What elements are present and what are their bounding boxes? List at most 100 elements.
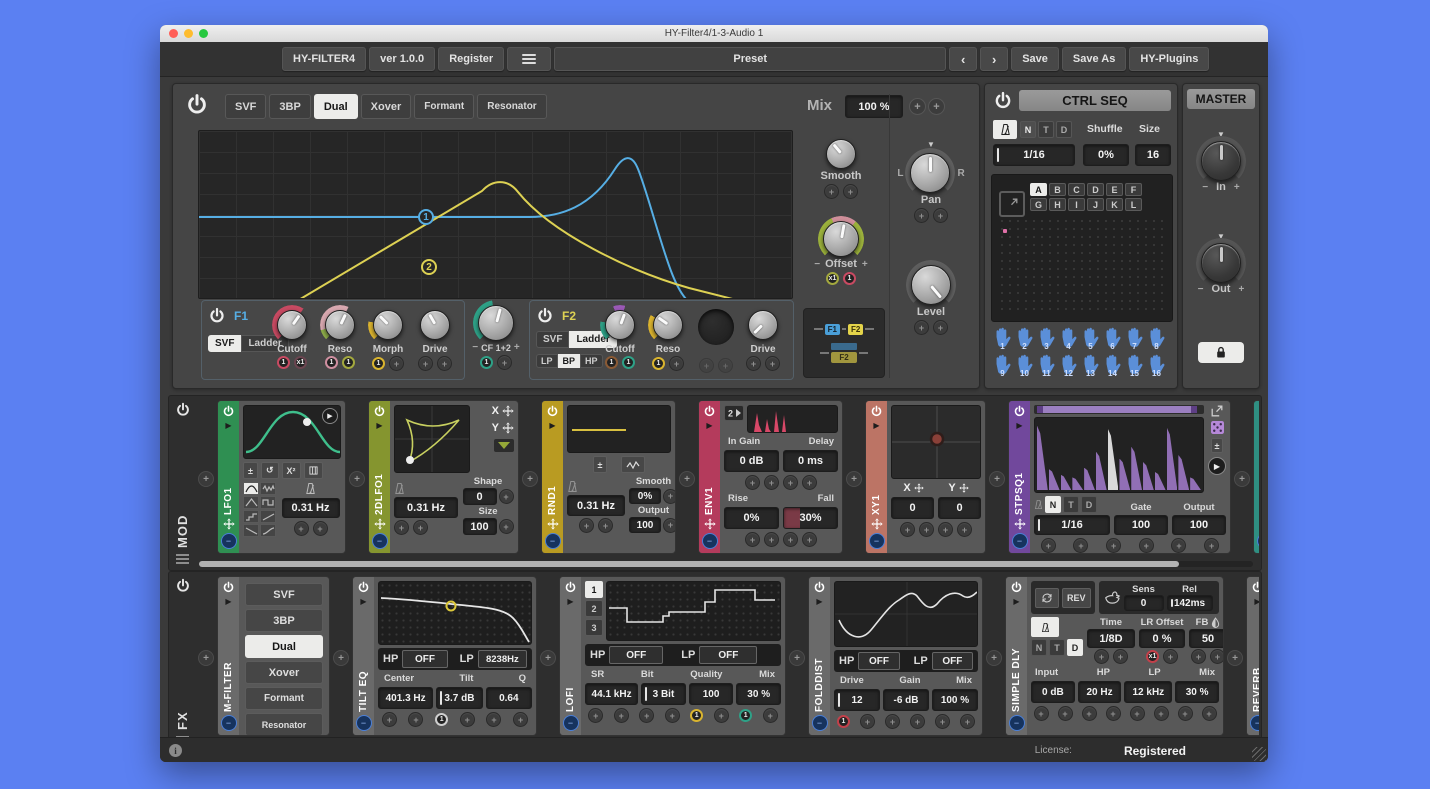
mod-slot-button[interactable] [579, 518, 594, 533]
seq-rate-value[interactable]: 1/16 [1034, 515, 1110, 535]
power-icon[interactable] [357, 581, 370, 594]
save-button[interactable]: Save [1011, 47, 1059, 71]
mod-slot-button[interactable] [1154, 706, 1169, 721]
power-icon[interactable] [222, 405, 235, 418]
xy-pad[interactable] [891, 405, 981, 479]
mod-assignment-badge[interactable]: 1 [277, 356, 290, 369]
play-mode-icon[interactable]: ▶ [1208, 457, 1226, 475]
tab-formant[interactable]: Formant [414, 94, 474, 119]
drive-value[interactable]: 12 [834, 689, 880, 711]
step-edit-area[interactable] [998, 217, 1166, 314]
lofi-tab-1[interactable]: 1 [585, 581, 603, 598]
lr-offset-value[interactable]: 0 % [1139, 629, 1185, 648]
mod-slot-button[interactable] [919, 522, 934, 537]
zoom-window-button[interactable] [199, 29, 208, 38]
grab-hand-button-12[interactable]: 12 [1058, 353, 1079, 379]
f1-reso-knob[interactable] [322, 307, 358, 343]
mod-slot-button[interactable] [914, 208, 929, 223]
metronome-icon[interactable] [1034, 498, 1043, 511]
wave-ramp-button[interactable] [260, 510, 276, 523]
mod-slot-button[interactable] [1210, 649, 1224, 664]
lofi-tab-3[interactable]: 3 [585, 619, 603, 636]
sens-value[interactable]: 0 [1124, 595, 1164, 611]
mod-slot-button[interactable] [824, 184, 839, 199]
lp-value[interactable]: OFF [699, 646, 757, 664]
f2-reso-knob[interactable] [650, 307, 686, 343]
power-icon[interactable] [1010, 581, 1023, 594]
x-squared-button[interactable]: X² [282, 462, 301, 479]
grab-hand-button-3[interactable]: 3 [1036, 326, 1057, 352]
mod-slot-button[interactable] [588, 708, 603, 723]
mod-slot-button[interactable] [1041, 538, 1056, 553]
sequencer-step[interactable] [1072, 477, 1083, 490]
power-icon[interactable] [373, 405, 386, 418]
mod-slot-button[interactable] [598, 518, 613, 533]
lp-value[interactable]: 12 kHz [1124, 681, 1172, 703]
tab-3bp[interactable]: 3BP [269, 94, 310, 119]
mod-assignment-badge[interactable]: 1 [605, 356, 618, 369]
collapse-button[interactable]: − [869, 533, 885, 549]
drop-icon[interactable] [1211, 617, 1220, 628]
sr-value[interactable]: 44.1 kHz [585, 683, 638, 705]
power-icon[interactable] [703, 405, 716, 418]
sync-dotted-button[interactable]: D [1056, 121, 1072, 138]
wave-noise-button[interactable] [260, 482, 276, 495]
sequencer-step[interactable] [1061, 475, 1072, 490]
mod-slot-button[interactable] [718, 358, 733, 373]
2dlfo-rate-value[interactable]: 0.31 Hz [394, 497, 458, 518]
move-icon[interactable] [1259, 518, 1260, 530]
move-icon[interactable] [223, 518, 235, 530]
seq-shuffle-value[interactable]: 0% [1083, 144, 1129, 166]
grab-hand-button-9[interactable]: 9 [992, 353, 1013, 379]
mod-slot-button[interactable] [486, 712, 501, 727]
mod-slot-button[interactable] [802, 532, 817, 547]
add-module-button[interactable]: + [1227, 650, 1243, 666]
filter2-handle[interactable]: 2 [421, 259, 437, 275]
center-value[interactable]: 401.3 Hz [378, 687, 433, 709]
grab-hand-button-7[interactable]: 7 [1124, 326, 1145, 352]
y-move-icon[interactable] [959, 483, 969, 493]
fb-value[interactable]: 50 [1189, 629, 1224, 648]
sync-normal-button[interactable]: N [1031, 639, 1047, 656]
f2-type-lp[interactable]: LP [536, 354, 558, 368]
mod-slot-button[interactable] [885, 714, 900, 729]
mod-assignment-badge[interactable]: 1 [435, 713, 448, 726]
metronome-icon[interactable] [305, 482, 316, 495]
mod-assignment-badge[interactable]: 1 [652, 357, 665, 370]
mod-slot-button[interactable] [499, 489, 514, 504]
filter-response-graph[interactable]: 1 2 [198, 130, 793, 299]
mod-assignment-badge[interactable]: x1 [1146, 650, 1159, 663]
output-value[interactable]: 100 [629, 517, 661, 533]
mod-slot-button[interactable] [437, 356, 452, 371]
f1-cutoff-knob[interactable] [274, 307, 310, 343]
mod-slot-button[interactable] [663, 489, 676, 504]
power-icon[interactable] [222, 581, 235, 594]
pan-knob[interactable] [907, 150, 953, 196]
move-icon[interactable] [1014, 518, 1026, 530]
mod-slot-button[interactable] [764, 475, 779, 490]
tab-dual[interactable]: Dual [314, 94, 358, 119]
pattern-j-button[interactable]: J [1087, 198, 1104, 211]
grab-hand-button-13[interactable]: 13 [1080, 353, 1101, 379]
hp-value[interactable]: OFF [402, 650, 447, 668]
mod-slot-button[interactable] [614, 708, 629, 723]
mod-slot-button[interactable] [745, 532, 760, 547]
f2-type-bp[interactable]: BP [558, 354, 581, 368]
add-module-button[interactable]: + [349, 471, 365, 487]
play-icon[interactable]: ▶ [360, 597, 366, 606]
mod-slot-button[interactable] [783, 532, 798, 547]
pattern-d-button[interactable]: D [1087, 183, 1104, 196]
rel-value[interactable]: 142ms [1167, 595, 1213, 611]
mod-slot-button[interactable] [663, 518, 676, 533]
resize-grip[interactable] [1252, 747, 1266, 761]
collapse-button[interactable]: − [1257, 533, 1260, 549]
grab-hand-button-14[interactable]: 14 [1102, 353, 1123, 379]
pattern-a-button[interactable]: A [1030, 183, 1047, 196]
add-module-button[interactable]: + [522, 471, 538, 487]
sequencer-step[interactable] [1155, 472, 1166, 490]
pattern-g-button[interactable]: G [1030, 198, 1047, 211]
random-display[interactable] [567, 405, 671, 453]
mod-slot-button[interactable] [1202, 706, 1217, 721]
add-module-button[interactable]: + [540, 650, 556, 666]
wave-triangle-button[interactable] [243, 496, 259, 509]
